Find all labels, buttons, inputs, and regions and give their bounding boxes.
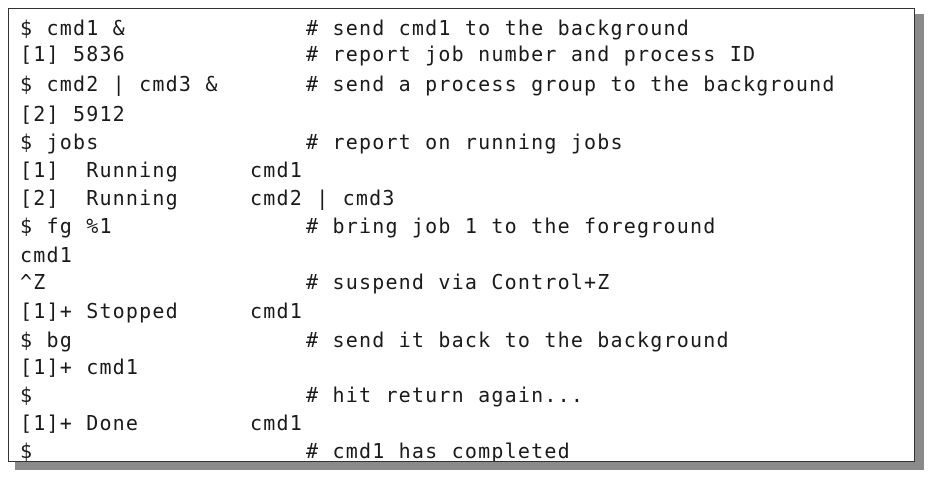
terminal-line: ^Z # suspend via Control+Z	[20, 269, 609, 295]
command-text: $ bg	[20, 328, 73, 352]
comment-text: # bring job 1 to the foreground	[306, 214, 717, 238]
comment-text: # send a process group to the background	[306, 72, 836, 96]
job-status-text: [2] Running	[20, 186, 179, 210]
command-text: [1]+ cmd1	[20, 355, 140, 379]
comment-text: # hit return again...	[306, 383, 585, 407]
prompt-text: $	[20, 383, 34, 407]
terminal-line: [1]+ Stopped cmd1	[20, 298, 302, 324]
terminal-line: $ # hit return again...	[20, 382, 583, 408]
job-name-text: cmd1	[250, 158, 303, 182]
terminal-line: [1]+ cmd1	[20, 354, 138, 380]
command-text: $ jobs	[20, 130, 100, 154]
terminal-line: [1] 5836 # report job number and process…	[20, 41, 755, 67]
terminal-line: $ fg %1 # bring job 1 to the foreground	[20, 213, 715, 239]
terminal-line: $ jobs # report on running jobs	[20, 129, 623, 155]
command-text: $ fg %1	[20, 214, 113, 238]
job-name-text: cmd2 | cmd3	[250, 186, 396, 210]
command-text: cmd1	[20, 243, 73, 267]
job-name-text: cmd1	[250, 411, 303, 435]
comment-text: # report on running jobs	[306, 130, 624, 154]
command-text: ^Z	[20, 270, 47, 294]
terminal-output-box: $ cmd1 & # send cmd1 to the background […	[8, 8, 915, 462]
comment-text: # send cmd1 to the background	[306, 16, 690, 40]
command-text: $ cmd2 | cmd3 &	[20, 72, 219, 96]
prompt-text: $	[20, 439, 34, 462]
terminal-line: $ cmd2 | cmd3 & # send a process group t…	[20, 71, 834, 97]
terminal-line: $ bg # send it back to the background	[20, 327, 729, 353]
terminal-line: $ cmd1 & # send cmd1 to the background	[20, 15, 689, 41]
job-name-text: cmd1	[250, 299, 303, 323]
terminal-line: [2] Running cmd2 | cmd3	[20, 185, 394, 211]
command-text: [2] 5912	[20, 102, 126, 126]
command-text: [1] 5836	[20, 42, 126, 66]
job-status-text: [1]+ Stopped	[20, 299, 179, 323]
comment-text: # cmd1 has completed	[306, 439, 571, 462]
comment-text: # suspend via Control+Z	[306, 270, 611, 294]
command-text: $ cmd1 &	[20, 16, 126, 40]
terminal-line: [1] Running cmd1	[20, 157, 302, 183]
terminal-line: [1]+ Done cmd1	[20, 410, 302, 436]
terminal-line: $ # cmd1 has completed	[20, 438, 570, 462]
job-status-text: [1]+ Done	[20, 411, 140, 435]
terminal-line: cmd1	[20, 242, 73, 268]
job-status-text: [1] Running	[20, 158, 179, 182]
comment-text: # send it back to the background	[306, 328, 730, 352]
comment-text: # report job number and process ID	[306, 42, 757, 66]
terminal-line: [2] 5912	[20, 101, 125, 127]
